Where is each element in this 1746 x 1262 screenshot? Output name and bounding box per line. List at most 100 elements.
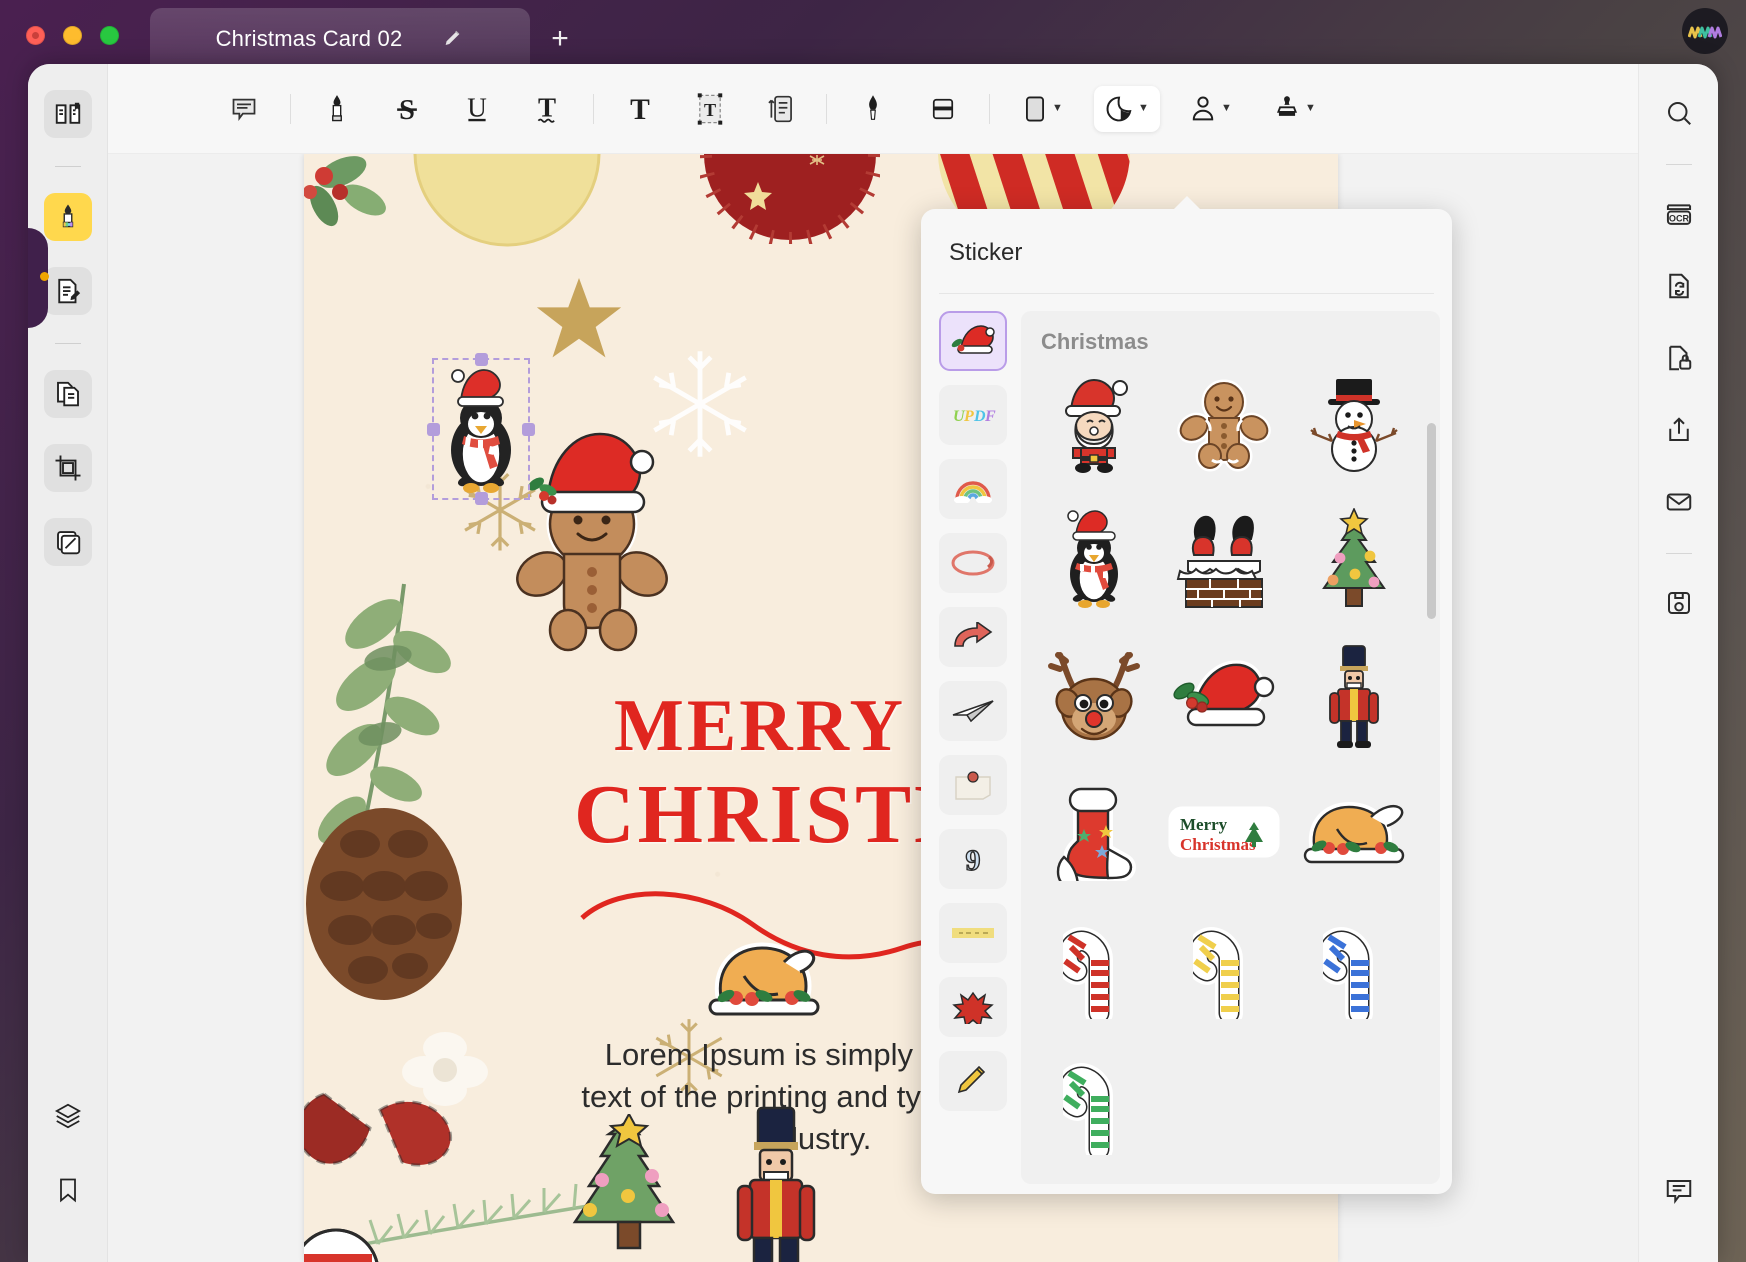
application-window: S U T T T ▼ ▼ ▼ ▼ MERRY CHRISTMAS Lorem … xyxy=(28,64,1718,1262)
sidebar-item-edit-pdf[interactable] xyxy=(43,267,92,315)
resize-handle-left[interactable] xyxy=(427,423,440,436)
sticker-grid-scroll[interactable]: Christmas Merry Christmas xyxy=(1021,311,1440,1184)
chevron-down-icon: ▼ xyxy=(1221,102,1232,114)
tool-note-comment[interactable] xyxy=(218,86,270,132)
tool-stamp[interactable]: ▼ xyxy=(1262,86,1328,132)
sticker-candy-cane-green[interactable] xyxy=(1029,1047,1159,1161)
annotation-toolbar: S U T T T ▼ ▼ ▼ ▼ xyxy=(108,64,1638,154)
sticker-category-note-paper[interactable] xyxy=(939,755,1007,815)
sticker-category-rail: U P D F 9 xyxy=(939,311,1011,1186)
resize-handle-right[interactable] xyxy=(522,423,535,436)
sidebar-item-batch-process[interactable] xyxy=(43,518,92,566)
tool-pencil[interactable] xyxy=(847,86,899,132)
rail-divider xyxy=(1665,164,1692,165)
rail-divider xyxy=(1665,553,1692,554)
svg-text:9: 9 xyxy=(966,844,981,877)
sticker-penguin[interactable] xyxy=(1029,503,1159,617)
chevron-down-icon: ▼ xyxy=(1305,102,1316,114)
sidebar-item-organize-pages[interactable] xyxy=(43,370,92,418)
sticker-category-pencil[interactable] xyxy=(939,1051,1007,1111)
svg-text:U: U xyxy=(467,93,487,122)
tool-highlight[interactable] xyxy=(311,86,363,132)
sticker-category-updf-brand[interactable]: U P D F xyxy=(939,385,1007,445)
sticker-category-rainbow[interactable] xyxy=(939,459,1007,519)
resize-handle-top[interactable] xyxy=(475,353,488,366)
chevron-down-icon: ▼ xyxy=(1138,102,1149,114)
sticker-category-numbers[interactable]: 9 xyxy=(939,829,1007,889)
tool-text-box[interactable]: T xyxy=(684,86,736,132)
sticker-santa-claus[interactable] xyxy=(1029,367,1159,481)
tool-squiggly-underline[interactable]: T xyxy=(521,86,573,132)
new-tab-button[interactable]: + xyxy=(543,22,577,56)
sticker-panel-title: Sticker xyxy=(949,239,1023,266)
sidebar-item-search[interactable] xyxy=(1656,90,1702,136)
sidebar-item-comments-list[interactable] xyxy=(1656,1168,1702,1214)
maximize-window-button[interactable] xyxy=(100,26,119,45)
sticker-text-line2: Christmas xyxy=(1180,835,1256,854)
sticker-candy-cane-blue[interactable] xyxy=(1289,911,1419,1025)
sidebar-item-share[interactable] xyxy=(1656,407,1702,453)
selection-bounding-box[interactable] xyxy=(427,353,535,505)
sidebar-item-save-as[interactable] xyxy=(1656,580,1702,626)
sticker-category-paper-plane[interactable] xyxy=(939,681,1007,741)
sidebar-item-protect[interactable] xyxy=(1656,335,1702,381)
chevron-down-icon: ▼ xyxy=(1052,102,1063,114)
right-tool-rail: OCR xyxy=(1638,64,1718,1262)
sidebar-item-bookmarks[interactable] xyxy=(44,1166,92,1214)
right-rail-bottom-group xyxy=(1639,1168,1718,1262)
toolbar-divider xyxy=(290,93,291,124)
tool-shapes[interactable]: ▼ xyxy=(1010,86,1076,132)
svg-text:T: T xyxy=(630,93,650,124)
resize-handle-bottom[interactable] xyxy=(475,492,488,505)
tool-text[interactable]: T xyxy=(614,86,666,132)
sidebar-item-reader-view[interactable] xyxy=(43,90,92,138)
tool-eraser[interactable] xyxy=(917,86,969,132)
popover-arrow xyxy=(1172,196,1202,211)
sticker-scrollbar-thumb[interactable] xyxy=(1427,423,1436,619)
close-window-button[interactable] xyxy=(26,26,45,45)
sticker-snowman[interactable] xyxy=(1289,367,1419,481)
sticker-text-line1: Merry xyxy=(1180,815,1228,834)
sticker-christmas-tree[interactable] xyxy=(1289,503,1419,617)
sticker-nutcracker[interactable] xyxy=(1289,639,1419,753)
sticker-santa-in-chimney[interactable] xyxy=(1159,503,1289,617)
rename-pencil-icon[interactable] xyxy=(442,28,464,50)
sticker-category-tape-label[interactable] xyxy=(939,903,1007,963)
document-tab-title: Christmas Card 02 xyxy=(215,26,403,51)
sidebar-item-convert[interactable] xyxy=(1656,263,1702,309)
sticker-reindeer-face[interactable] xyxy=(1029,639,1159,753)
sticker-gingerbread-man[interactable] xyxy=(1159,367,1289,481)
sticker-category-christmas[interactable] xyxy=(939,311,1007,371)
sticker-merry-christmas-text[interactable]: Merry Christmas xyxy=(1159,775,1289,889)
christmas-tree-decoration xyxy=(544,1114,714,1262)
sticker-roast-turkey[interactable] xyxy=(1289,775,1419,889)
sticker-christmas-stocking[interactable] xyxy=(1029,775,1159,889)
tool-sticky-note[interactable] xyxy=(754,86,806,132)
document-tab[interactable]: Christmas Card 02 xyxy=(150,8,530,70)
svg-text:F: F xyxy=(984,408,996,425)
sticker-category-circle-mark[interactable] xyxy=(939,533,1007,593)
nutcracker-decoration xyxy=(728,1102,824,1262)
sticker-santa-hat-holly[interactable] xyxy=(1159,639,1289,753)
tool-sticker[interactable]: ▼ xyxy=(1094,85,1160,132)
red-bauble-decoration xyxy=(700,154,880,244)
sticker-candy-cane-red[interactable] xyxy=(1029,911,1159,1025)
window-titlebar: Christmas Card 02 + xyxy=(0,0,1746,72)
sidebar-item-crop-page[interactable] xyxy=(43,444,92,492)
sticker-category-arrow[interactable] xyxy=(939,607,1007,667)
sidebar-item-layers[interactable] xyxy=(44,1092,92,1140)
sticker-candy-cane-yellow[interactable] xyxy=(1159,911,1289,1025)
updf-app-logo xyxy=(1682,8,1728,54)
sidebar-item-ocr[interactable]: OCR xyxy=(1656,191,1702,237)
roast-turkey-sticker-on-page[interactable] xyxy=(704,930,824,1026)
toolbar-divider xyxy=(593,93,594,124)
notification-dot xyxy=(40,272,49,281)
tool-underline[interactable]: U xyxy=(451,86,503,132)
sticker-category-burst[interactable] xyxy=(939,977,1007,1037)
tool-signature[interactable]: ▼ xyxy=(1178,86,1244,132)
sidebar-item-annotate[interactable] xyxy=(43,193,92,241)
minimize-window-button[interactable] xyxy=(63,26,82,45)
rail-divider xyxy=(54,166,81,167)
tool-strikethrough[interactable]: S xyxy=(381,86,433,132)
sidebar-item-email[interactable] xyxy=(1656,479,1702,525)
